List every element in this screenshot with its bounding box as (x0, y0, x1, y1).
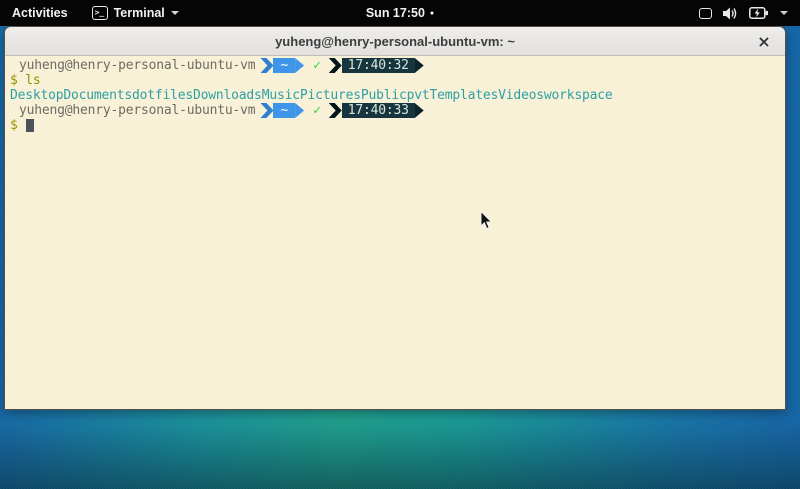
prompt-timestamp: 17:40:33 (342, 103, 415, 118)
prompt-timestamp: 17:40:32 (342, 58, 415, 73)
directory-item: Templates (430, 88, 499, 103)
command-text: ls (25, 73, 40, 88)
check-icon: ✓ (313, 58, 321, 73)
powerline-arrow-icon (295, 103, 304, 118)
notification-dot-icon: ● (430, 10, 434, 17)
window-title: yuheng@henry-personal-ubuntu-vm: ~ (275, 34, 515, 49)
prompt-cwd-badge: ~ (273, 103, 295, 118)
powerline-chevron-icon (260, 58, 273, 73)
display-icon (699, 8, 712, 19)
directory-item: Desktop (10, 88, 63, 103)
directory-item: Documents (63, 88, 132, 103)
prompt-dollar: $ (7, 73, 18, 88)
activities-button[interactable]: Activities (0, 0, 82, 26)
system-menu-button[interactable] (689, 0, 800, 26)
directory-item: Public (361, 88, 407, 103)
terminal-icon: >_ (92, 6, 108, 20)
directory-item: dotfiles (132, 88, 193, 103)
check-icon: ✓ (313, 103, 321, 118)
chevron-down-icon (171, 11, 179, 15)
prompt-user-host: yuheng@henry-personal-ubuntu-vm (19, 58, 255, 73)
directory-item: pvt (407, 88, 430, 103)
directory-item: Videos (498, 88, 544, 103)
clock-button[interactable]: Sun 17:50 ● (358, 0, 442, 26)
prompt-cwd-badge: ~ (273, 58, 295, 73)
prompt-line: yuheng@henry-personal-ubuntu-vm ~ ✓ 17:4… (7, 58, 783, 73)
text-cursor (26, 119, 34, 132)
battery-charging-icon (749, 7, 769, 19)
powerline-arrow-icon (415, 103, 424, 118)
prompt-dollar: $ (7, 118, 18, 133)
app-menu-button[interactable]: >_ Terminal (82, 0, 189, 26)
prompt-user-host: yuheng@henry-personal-ubuntu-vm (19, 103, 255, 118)
directory-item: Downloads (193, 88, 262, 103)
ls-output-line: Desktop Documents dotfiles Downloads Mus… (7, 88, 783, 103)
command-line: $ ls (7, 73, 783, 88)
directory-item: workspace (544, 88, 613, 103)
clock-label: Sun 17:50 (366, 6, 425, 20)
directory-item: Pictures (300, 88, 361, 103)
powerline-arrow-icon (295, 58, 304, 73)
window-titlebar[interactable]: yuheng@henry-personal-ubuntu-vm: ~ × (5, 27, 785, 56)
chevron-down-icon (780, 11, 788, 15)
powerline-chevron-icon (329, 103, 342, 118)
current-prompt-line: $ (7, 118, 783, 133)
powerline-chevron-icon (260, 103, 273, 118)
directory-item: Music (262, 88, 300, 103)
terminal-content[interactable]: yuheng@henry-personal-ubuntu-vm ~ ✓ 17:4… (5, 56, 785, 410)
terminal-window: yuheng@henry-personal-ubuntu-vm: ~ × yuh… (4, 26, 786, 410)
volume-icon (723, 7, 738, 20)
top-bar: Activities >_ Terminal Sun 17:50 ● (0, 0, 800, 26)
app-menu-label: Terminal (114, 6, 165, 20)
powerline-chevron-icon (329, 58, 342, 73)
close-icon[interactable]: × (752, 27, 776, 55)
powerline-arrow-icon (415, 58, 424, 73)
prompt-line: yuheng@henry-personal-ubuntu-vm ~ ✓ 17:4… (7, 103, 783, 118)
